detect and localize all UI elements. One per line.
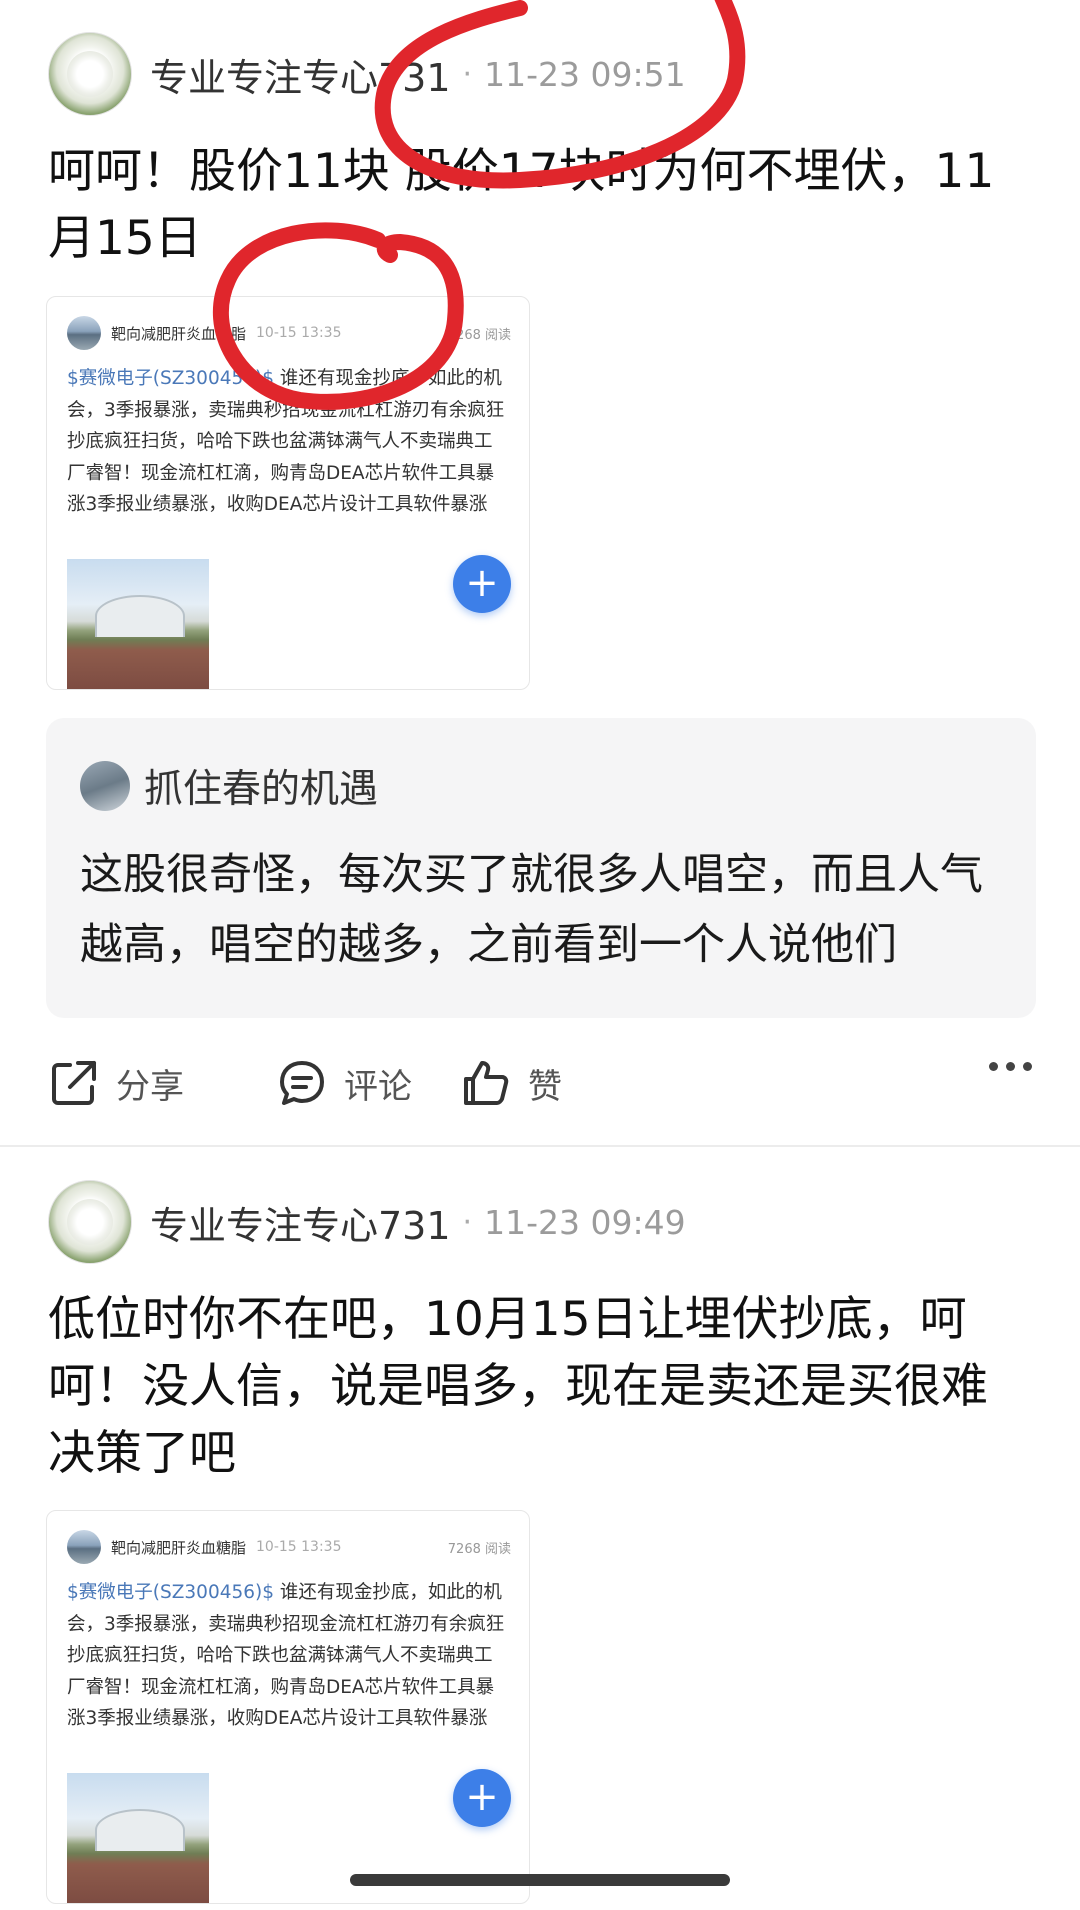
- avatar[interactable]: [48, 1180, 132, 1264]
- comment-avatar[interactable]: [80, 761, 130, 811]
- separator-dot: ·: [462, 56, 473, 92]
- shared-author-name: 靶向减肥肝炎血糖脂: [111, 1538, 247, 1557]
- comment-text: 这股很奇怪，每次买了就很多人唱空，而且人气越高，唱空的越多，之前看到一个人说他们: [80, 850, 983, 970]
- add-button[interactable]: +: [453, 1769, 511, 1827]
- shared-author-avatar: [67, 1530, 101, 1564]
- shared-post-text: 谁还有现金抄底，如此的机会，3季报暴涨，卖瑞典秒招现金流杠杠游刃有余疯狂抄底疯狂…: [67, 368, 505, 515]
- post-header: 专业专注专心731 · 11-23 09:51: [48, 32, 686, 116]
- comment-icon: [280, 1061, 324, 1105]
- avatar[interactable]: [48, 32, 132, 116]
- share-label: 分享: [116, 1066, 184, 1107]
- more-dot-icon: [1023, 1062, 1032, 1071]
- share-button[interactable]: 分享: [48, 1052, 184, 1114]
- like-button[interactable]: 赞: [460, 1052, 562, 1114]
- shared-post-body: $赛微电子(SZ300456)$ 谁还有现金抄底，如此的机会，3季报暴涨，卖瑞典…: [67, 1577, 509, 1735]
- shared-post-header: 靶向减肥肝炎血糖脂 10-15 13:35 7268 阅读: [67, 316, 511, 350]
- post-text[interactable]: 呵呵！股价11块 股价17块时为何不埋伏，11月15日: [48, 138, 1028, 272]
- shared-post-image[interactable]: [67, 559, 209, 689]
- shared-post-views: 7268 阅读: [447, 327, 511, 343]
- like-label: 赞: [528, 1066, 562, 1107]
- add-button[interactable]: +: [453, 555, 511, 613]
- more-dot-icon: [989, 1062, 998, 1071]
- post-time: 11-23 09:49: [484, 1202, 686, 1242]
- plus-icon: +: [465, 560, 499, 606]
- author-name[interactable]: 专业专注专心731: [150, 47, 451, 102]
- feed-page: 专业专注专心731 · 11-23 09:51 呵呵！股价11块 股价17块时为…: [0, 0, 1080, 1910]
- comment-author[interactable]: 抓住春的机遇: [144, 758, 378, 814]
- home-indicator[interactable]: [350, 1874, 730, 1886]
- hot-comment-box[interactable]: 抓住春的机遇 这股很奇怪，每次买了就很多人唱空，而且人气越高，唱空的越多，之前看…: [46, 718, 1036, 1018]
- shared-post-card[interactable]: 靶向减肥肝炎血糖脂 10-15 13:35 7268 阅读 $赛微电子(SZ30…: [46, 1510, 530, 1904]
- stock-tag-link[interactable]: $赛微电子(SZ300456)$: [67, 368, 274, 389]
- shared-post-card[interactable]: 靶向减肥肝炎血糖脂 10-15 13:35 7268 阅读 $赛微电子(SZ30…: [46, 296, 530, 690]
- post-divider: [0, 1145, 1080, 1147]
- comment-header: 抓住春的机遇: [80, 758, 378, 814]
- shared-post-header: 靶向减肥肝炎血糖脂 10-15 13:35 7268 阅读: [67, 1530, 511, 1564]
- share-icon: [52, 1061, 96, 1105]
- shared-post-time: 10-15 13:35: [256, 1539, 342, 1555]
- post-header: 专业专注专心731 · 11-23 09:49: [48, 1180, 686, 1264]
- shared-author-avatar: [67, 316, 101, 350]
- shared-post-time: 10-15 13:35: [256, 325, 342, 341]
- shared-post-views: 7268 阅读: [447, 1541, 511, 1557]
- more-dot-icon: [1006, 1062, 1015, 1071]
- plus-icon: +: [465, 1774, 499, 1820]
- shared-post-image[interactable]: [67, 1773, 209, 1903]
- shared-author-name: 靶向减肥肝炎血糖脂: [111, 324, 247, 343]
- separator-dot: ·: [462, 1204, 473, 1240]
- post-text[interactable]: 低位时你不在吧，10月15日让埋伏抄底，呵呵！没人信，说是唱多，现在是卖还是买很…: [48, 1286, 1028, 1487]
- shared-post-body: $赛微电子(SZ300456)$ 谁还有现金抄底，如此的机会，3季报暴涨，卖瑞典…: [67, 363, 509, 521]
- author-name[interactable]: 专业专注专心731: [150, 1195, 451, 1250]
- action-bar: 分享 评论 赞: [48, 1052, 1032, 1114]
- shared-post-text: 谁还有现金抄底，如此的机会，3季报暴涨，卖瑞典秒招现金流杠杠游刃有余疯狂抄底疯狂…: [67, 1582, 505, 1729]
- more-options-button[interactable]: [989, 1062, 1032, 1071]
- comment-label: 评论: [344, 1066, 412, 1107]
- comment-button[interactable]: 评论: [276, 1052, 412, 1114]
- post-time: 11-23 09:51: [484, 54, 686, 94]
- stock-tag-link[interactable]: $赛微电子(SZ300456)$: [67, 1582, 274, 1603]
- thumbs-up-icon: [464, 1061, 509, 1105]
